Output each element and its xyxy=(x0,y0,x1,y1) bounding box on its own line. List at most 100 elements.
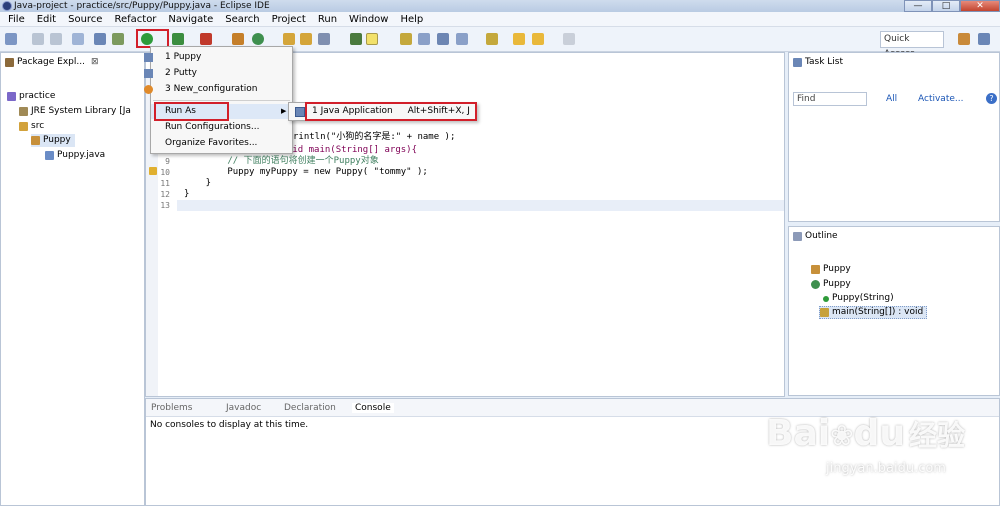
print-icon[interactable] xyxy=(72,33,84,45)
menu-project[interactable]: Project xyxy=(266,12,312,27)
task-list-icon xyxy=(793,57,802,67)
outline-item-constructor[interactable]: Puppy(String) xyxy=(823,292,894,305)
back-icon[interactable] xyxy=(513,33,525,45)
close-button[interactable]: ✕ xyxy=(960,0,1000,12)
menu-item-organize-favorites[interactable]: Organize Favorites... xyxy=(151,136,292,151)
java-file-icon xyxy=(45,151,54,160)
package-explorer-icon xyxy=(5,57,14,67)
code-line-10[interactable]: Puppy myPuppy = new Puppy( "tommy" ); xyxy=(184,167,428,178)
task-all-link[interactable]: All xyxy=(886,94,897,104)
menu-file[interactable]: File xyxy=(2,12,31,27)
outline-tab[interactable]: Outline xyxy=(789,227,838,245)
highlight-icon[interactable] xyxy=(366,33,378,45)
pilcrow-icon[interactable] xyxy=(437,33,449,45)
new-java-project-icon[interactable] xyxy=(232,33,244,45)
submenu-item-java-application[interactable]: 1 Java Application Alt+Shift+X, J xyxy=(312,106,470,117)
java-app-icon xyxy=(144,69,153,78)
class-icon xyxy=(811,280,820,289)
task-list-tab[interactable]: Task List xyxy=(789,53,843,71)
outline-panel: Outline Puppy Puppy Puppy(String) main(S… xyxy=(788,226,1000,396)
constructor-icon xyxy=(823,295,829,302)
open-perspective-icon[interactable] xyxy=(958,33,970,45)
outline-item-class[interactable]: Puppy xyxy=(811,278,851,291)
save-icon[interactable] xyxy=(32,33,44,45)
new-icon[interactable] xyxy=(5,33,17,45)
task-activate-link[interactable]: Activate... xyxy=(918,94,963,104)
code-line-12[interactable]: } xyxy=(184,189,189,200)
run-dropdown-menu: 1 Puppy 2 Putty 3 New_configuration Run … xyxy=(144,46,293,154)
code-line-7[interactable]: rintln("小狗的名字是:" + name ); xyxy=(293,132,455,143)
java-app-icon xyxy=(144,53,153,62)
watermark-brand: Bai❀du 经验 xyxy=(766,413,965,454)
menu-item-run-configurations[interactable]: Run Configurations... xyxy=(151,120,292,135)
search-icon[interactable] xyxy=(318,33,330,45)
console-message: No consoles to display at this time. xyxy=(150,420,309,430)
menu-edit[interactable]: Edit xyxy=(31,12,62,27)
tab-javadoc[interactable]: Javadoc xyxy=(226,403,261,413)
package-icon xyxy=(31,136,40,145)
open-folder-icon[interactable] xyxy=(300,33,312,45)
task-find-input[interactable]: Find xyxy=(793,92,867,106)
toggle-breadcrumb-icon[interactable] xyxy=(94,33,106,45)
next-annotation-icon[interactable] xyxy=(456,33,468,45)
tab-declaration[interactable]: Declaration xyxy=(284,403,336,413)
menu-window[interactable]: Window xyxy=(343,12,394,27)
menu-search[interactable]: Search xyxy=(219,12,265,27)
run-last-icon[interactable] xyxy=(172,33,184,45)
tab-console[interactable]: Console xyxy=(352,403,394,413)
package-icon xyxy=(811,265,820,274)
save-all-icon[interactable] xyxy=(50,33,62,45)
console-panel: Problems Javadoc Declaration Console No … xyxy=(145,398,1000,506)
last-edit-icon[interactable] xyxy=(532,33,544,45)
tree-item-jre[interactable]: JRE System Library [Ja xyxy=(19,105,131,118)
code-line-9[interactable]: // 下面的语句将创建一个Puppy对象 xyxy=(184,156,378,167)
java-perspective-icon[interactable] xyxy=(978,33,990,45)
open-type-icon[interactable] xyxy=(283,33,295,45)
menu-separator xyxy=(153,100,290,101)
tree-item-package[interactable]: Puppy xyxy=(31,134,75,147)
close-icon[interactable]: ⊠ xyxy=(91,57,99,67)
quick-access-input[interactable]: Quick Access xyxy=(880,31,944,59)
menu-source[interactable]: Source xyxy=(62,12,108,27)
tree-item-project[interactable]: practice xyxy=(7,90,55,103)
new-class-icon[interactable] xyxy=(252,33,264,45)
block-selection-icon[interactable] xyxy=(400,33,412,45)
help-icon[interactable]: ? xyxy=(986,93,997,104)
title-bar: Java-project - practice/src/Puppy/Puppy.… xyxy=(0,0,1000,12)
maximize-button[interactable]: □ xyxy=(932,0,960,12)
menu-refactor[interactable]: Refactor xyxy=(108,12,162,27)
menu-item-puppy[interactable]: 1 Puppy xyxy=(144,50,292,65)
tab-problems[interactable]: Problems xyxy=(151,403,192,413)
show-whitespace-icon[interactable] xyxy=(418,33,430,45)
method-icon xyxy=(820,308,829,317)
paw-icon: ❀ xyxy=(830,419,854,452)
minimize-button[interactable]: — xyxy=(904,0,932,12)
package-explorer-tab[interactable]: Package Expl... ⊠ xyxy=(1,53,144,71)
outline-item-package[interactable]: Puppy xyxy=(811,263,851,276)
code-line-11[interactable]: } xyxy=(184,178,211,189)
prev-annotation-icon[interactable] xyxy=(486,33,498,45)
outline-item-method[interactable]: main(String[]) : void xyxy=(819,306,928,319)
tree-item-java-file[interactable]: Puppy.java xyxy=(45,149,105,162)
outline-icon xyxy=(793,231,802,241)
task-list-panel: Task List Find All Activate... ? xyxy=(788,52,1000,222)
project-folder-icon xyxy=(7,92,16,101)
menu-run[interactable]: Run xyxy=(312,12,343,27)
submenu-arrow-icon: ▶ xyxy=(281,107,287,115)
watermark-url: jingyan.baidu.com xyxy=(826,461,946,476)
current-line-highlight xyxy=(177,200,784,211)
warning-icon[interactable] xyxy=(149,167,157,175)
debug-icon[interactable] xyxy=(112,33,124,45)
menu-item-putty[interactable]: 2 Putty xyxy=(144,66,292,81)
forward-icon[interactable] xyxy=(563,33,575,45)
menu-item-new-configuration[interactable]: 3 New_configuration xyxy=(144,82,292,97)
run-as-highlight-box xyxy=(154,102,229,121)
library-icon xyxy=(19,107,28,116)
menu-help[interactable]: Help xyxy=(394,12,429,27)
configuration-icon xyxy=(144,85,153,94)
tree-item-src[interactable]: src xyxy=(19,120,44,133)
menu-navigate[interactable]: Navigate xyxy=(162,12,219,27)
mark-occurrences-icon[interactable] xyxy=(350,33,362,45)
shortcut-label: Alt+Shift+X, J xyxy=(407,106,470,116)
external-tools-icon[interactable] xyxy=(200,33,212,45)
